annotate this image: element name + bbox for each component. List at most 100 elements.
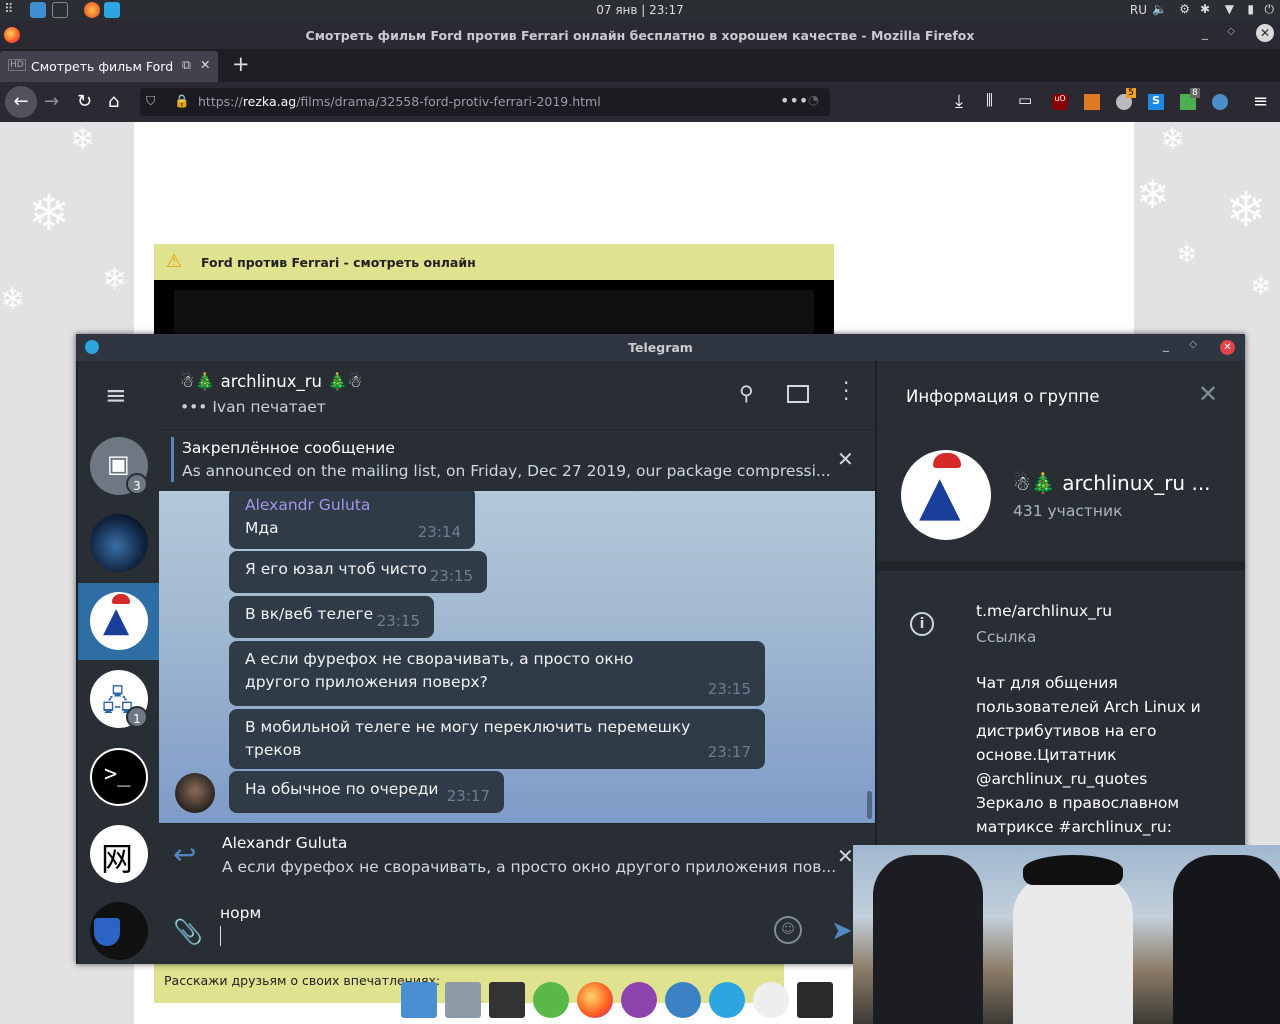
archlinux-chat-avatar[interactable]: ▲ <box>90 592 148 650</box>
message-bubble[interactable]: В мобильной телеге не могу переключить п… <box>229 709 765 769</box>
group-link[interactable]: t.me/archlinux_ru <box>976 602 1112 620</box>
network-chat-avatar[interactable]: 🖧 1 <box>90 670 148 728</box>
cancel-reply-icon[interactable]: ✕ <box>837 844 854 868</box>
close-pinned-icon[interactable]: ✕ <box>837 447 854 471</box>
tg-close-button[interactable]: ✕ <box>1220 340 1235 355</box>
telegram-dock-icon[interactable] <box>709 982 745 1018</box>
bluetooth-icon[interactable]: ✱ <box>1200 2 1210 16</box>
tg-minimize-icon[interactable]: _ <box>1163 337 1169 352</box>
audio-player-dock-icon[interactable] <box>621 982 657 1018</box>
clock[interactable]: 07 янв | 23:17 <box>0 3 1280 17</box>
downloads-icon[interactable]: ⤓ <box>955 91 963 112</box>
pip-video-window[interactable] <box>853 845 1280 1024</box>
battery-icon[interactable]: ▮ <box>1247 2 1254 16</box>
chat-header: ☃🎄 archlinux_ru 🎄☃ ••• Ivan печатает ⚲ ·… <box>159 361 875 429</box>
info-panel-title: Информация о группе <box>906 387 1100 406</box>
firefox-dock-icon[interactable] <box>577 982 613 1018</box>
app-a-dock-icon[interactable] <box>753 982 789 1018</box>
tg-maximize-icon[interactable]: ◇ <box>1189 339 1197 350</box>
scrollbar[interactable] <box>867 791 872 819</box>
wf-dock-icon[interactable] <box>797 982 833 1018</box>
close-info-icon[interactable]: ✕ <box>1198 380 1218 408</box>
back-button[interactable]: ← <box>5 86 37 118</box>
extension-badge-2: 8 <box>1190 88 1200 98</box>
pinned-text: As announced on the mailing list, on Fri… <box>182 462 831 480</box>
qbittorrent-dock-icon[interactable] <box>665 982 701 1018</box>
hamburger-menu-icon[interactable]: ≡ <box>105 383 127 409</box>
shield-icon <box>94 918 120 946</box>
search-icon[interactable]: ⚲ <box>739 381 754 405</box>
network-icon[interactable]: ⚙ <box>1179 2 1190 16</box>
snowflake-icon: ❄ <box>1160 122 1186 157</box>
desktop-dock-icon[interactable] <box>401 982 437 1018</box>
wang-chat-avatar[interactable]: 网 <box>90 825 148 883</box>
keepassxc-dock-icon[interactable] <box>533 982 569 1018</box>
message-time: 23:15 <box>376 612 420 630</box>
chat-title[interactable]: ☃🎄 archlinux_ru 🎄☃ <box>180 372 363 392</box>
message-time: 23:17 <box>707 743 751 761</box>
account-icon[interactable] <box>1212 94 1228 110</box>
home-button[interactable]: ⌂ <box>108 91 119 112</box>
lock-icon[interactable]: 🔒 <box>174 93 190 109</box>
archive-chat-avatar[interactable]: ▣ 3 <box>90 437 148 495</box>
tab-label: Смотреть фильм Ford п <box>31 59 176 74</box>
skype-ext-icon[interactable]: S <box>1148 94 1164 110</box>
ublock-icon[interactable]: uO <box>1052 94 1068 110</box>
new-tab-button[interactable]: + <box>232 52 250 76</box>
sender-avatar[interactable] <box>175 773 215 813</box>
message-bubble[interactable]: А если фурефох не сворачивать, а просто … <box>229 641 765 706</box>
pinned-label: Закреплённое сообщение <box>182 439 395 457</box>
sidebar-icon[interactable]: ▭ <box>1018 91 1032 109</box>
message-author[interactable]: Alexandr Guluta <box>245 494 459 517</box>
reply-text: А если фурефох не сворачивать, а просто … <box>222 858 837 876</box>
message-bubble[interactable]: Alexandr Guluta Мда 23:14 <box>229 491 475 549</box>
message-bubble[interactable]: В вк/веб телеге 23:15 <box>229 596 434 638</box>
message-bubble[interactable]: На обычное по очереди 23:17 <box>229 771 504 813</box>
person-silhouette <box>1013 875 1133 1024</box>
close-window-button[interactable]: ✕ <box>1256 24 1274 42</box>
security-chat-avatar[interactable] <box>90 902 148 960</box>
keyboard-layout[interactable]: RU <box>1130 3 1147 17</box>
snowflake-icon: ❄ <box>102 262 128 297</box>
maximize-icon[interactable]: ◇ <box>1227 26 1235 37</box>
menu-icon[interactable]: ≡ <box>1253 91 1268 112</box>
unread-badge: 1 <box>126 706 148 728</box>
forward-button[interactable]: → <box>44 91 59 112</box>
emoji-icon[interactable]: ☺ <box>774 916 802 944</box>
terminal-dock-icon[interactable] <box>489 982 525 1018</box>
pinned-message[interactable]: Закреплённое сообщение As announced on t… <box>159 429 875 491</box>
more-options-icon[interactable]: · · · <box>843 373 849 409</box>
wifi-icon[interactable]: ▼ <box>1225 2 1234 16</box>
earth-chat-avatar[interactable] <box>90 514 148 572</box>
library-icon[interactable]: ⫼ <box>986 91 993 109</box>
group-avatar[interactable]: ▲ <box>901 450 991 540</box>
group-link-label: Ссылка <box>976 628 1037 646</box>
power-icon[interactable]: ⏻ <box>1265 2 1275 17</box>
rss-icon[interactable]: ◔ <box>808 92 819 107</box>
message-input[interactable]: норм <box>220 904 261 922</box>
reply-preview[interactable]: ↩ Alexandr Guluta А если фурефох не свор… <box>159 823 875 888</box>
extension-orange-icon[interactable] <box>1084 94 1100 110</box>
snowflake-icon: ❄ <box>1226 182 1267 238</box>
minimize-icon[interactable]: _ <box>1202 25 1208 40</box>
arch-logo-icon: ▲ <box>103 600 130 640</box>
volume-icon[interactable]: 🔈 <box>1152 2 1167 16</box>
tab-rezka[interactable]: HD Смотреть фильм Ford п ⧉ ✕ <box>0 51 218 82</box>
reply-icon: ↩ <box>173 838 197 871</box>
url-bar[interactable]: ⛉ 🔒 https://rezka.ag/films/drama/32558-f… <box>140 88 830 116</box>
tracking-shield-icon[interactable]: ⛉ <box>146 93 155 109</box>
message-bubble[interactable]: Я его юзал чтоб чисто 23:15 <box>229 551 487 593</box>
tab-close-icon[interactable]: ✕ <box>200 57 210 72</box>
files-dock-icon[interactable] <box>445 982 481 1018</box>
window-title: Смотреть фильм Ford против Ferrari онлай… <box>305 28 975 43</box>
sidebar-toggle-icon[interactable] <box>787 385 809 403</box>
text-cursor <box>220 926 221 946</box>
send-icon[interactable]: ➤ <box>831 916 853 946</box>
terminal-chat-avatar[interactable]: >_ <box>90 748 148 806</box>
video-player[interactable] <box>154 280 834 340</box>
attach-icon[interactable]: 📎 <box>173 918 203 946</box>
page-actions-icon[interactable]: ••• <box>780 91 808 110</box>
telegram-title: Telegram <box>628 340 693 355</box>
pip-icon[interactable]: ⧉ <box>182 57 191 73</box>
reload-button[interactable]: ↻ <box>77 91 92 112</box>
